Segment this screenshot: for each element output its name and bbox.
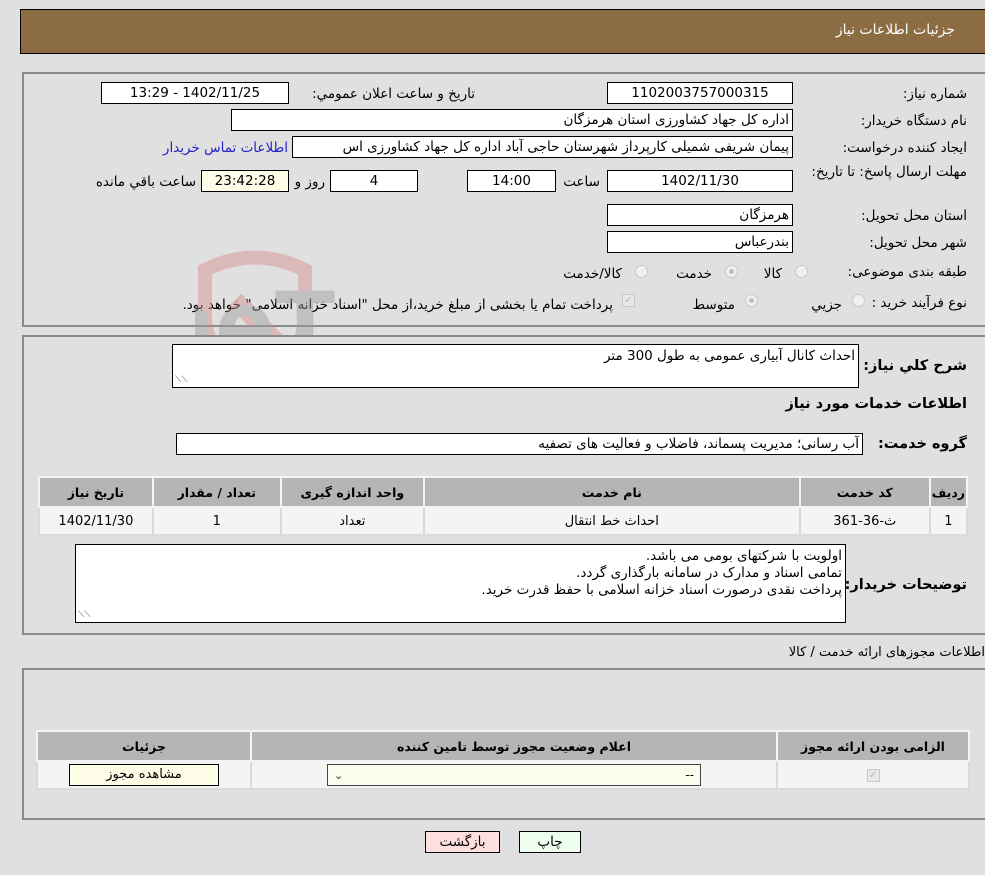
city-label: شهر محل تحویل: [869,235,967,251]
col-row-number: ردیف [928,476,969,508]
view-permit-button[interactable]: مشاهده مجوز [69,764,219,786]
service-group-label: گروه خدمت: [877,436,967,452]
cell-unit: تعداد [279,506,425,536]
category-option-service: خدمت [676,266,712,282]
need-number-label: شماره نیاز: [902,86,967,102]
province-label: استان محل تحویل: [861,208,967,224]
process-radio-minor[interactable] [852,294,865,307]
description-textarea[interactable]: احداث کانال آبیاری عمومی به طول 300 متر … [172,344,859,388]
col-unit: واحد اندازه گیری [279,476,425,508]
services-section-title: اطلاعات خدمات مورد نیاز [785,396,967,412]
col-need-date: تاریخ نیاز [38,476,154,508]
cell-permit-required: ✓ [776,760,970,790]
cell-row-number: 1 [928,506,969,536]
resize-grip-icon[interactable]: ⟋⟋ [175,376,188,385]
page-title: جزئیات اطلاعات نیاز [835,22,955,38]
buyer-contact-link[interactable]: اطلاعات تماس خریدار [163,140,288,156]
buyer-notes-label: توضیحات خریدار: [844,577,967,593]
deadline-label: مهلت ارسال پاسخ: تا تاریخ: [811,164,967,180]
need-number-field: 1102003757000315 [607,82,793,104]
deadline-time-field: 14:00 [467,170,556,192]
deadline-date-field: 1402/11/30 [607,170,793,192]
permit-status-select[interactable]: -- ⌄ [327,764,701,786]
cell-permit-status: -- ⌄ [250,760,778,790]
category-label: طبقه بندی موضوعی: [847,264,967,280]
buyer-note-line: اولویت با شرکتهای بومی می باشد. [645,548,842,564]
category-radio-goods[interactable] [795,265,808,278]
category-option-goods: کالا [763,266,782,282]
announce-date-field: 1402/11/25 - 13:29 [101,82,289,104]
cell-permit-details: مشاهده مجوز [36,760,252,790]
creator-label: ایجاد کننده درخواست: [842,140,967,156]
col-permit-details: جزئیات [36,730,252,762]
back-button[interactable]: بازگشت [425,831,500,853]
description-text: احداث کانال آبیاری عمومی به طول 300 متر [603,348,855,364]
chevron-down-icon: ⌄ [334,768,344,782]
col-service-code: کد خدمت [798,476,931,508]
buyer-note-line: تمامی اسناد و مدارک در سامانه بارگذاری گ… [576,565,842,581]
col-permit-required: الزامی بودن ارائه مجوز [776,730,970,762]
page-header: جزئیات اطلاعات نیاز [20,9,985,54]
permits-section-title: اطلاعات مجوزهای ارائه خدمت / کالا [788,645,985,660]
process-option-minor: جزيي [811,297,842,313]
category-radio-goods-service[interactable] [635,265,648,278]
table-row: ✓ -- ⌄ مشاهده مجوز [36,760,970,790]
process-label: نوع فرآیند خرید : [871,295,967,311]
treasury-note: پرداخت تمام یا بخشی از مبلغ خرید،از محل … [182,297,613,313]
buyer-org-field: اداره کل جهاد کشاورزی استان هرمزگان [231,109,793,131]
cell-quantity: 1 [151,506,282,536]
permit-status-value: -- [685,768,694,782]
permit-required-checkbox[interactable]: ✓ [866,768,880,782]
remaining-time-field: 23:42:28 [201,170,289,192]
resize-grip-icon[interactable]: ⟋⟋ [78,611,91,620]
col-service-name: نام خدمت [422,476,801,508]
remaining-time-label: ساعت باقي مانده [95,174,196,190]
col-permit-status: اعلام وضعیت مجوز توسط تامین کننده [250,730,778,762]
services-table: ردیف کد خدمت نام خدمت واحد اندازه گیری ت… [38,476,969,536]
category-radio-service[interactable] [725,265,738,278]
deadline-time-label: ساعت [563,174,600,190]
buyer-notes-textarea[interactable]: اولویت با شرکتهای بومی می باشد. تمامی اس… [75,544,846,623]
buyer-org-label: نام دستگاه خریدار: [860,113,967,129]
days-remaining-field: 4 [330,170,418,192]
cell-need-date: 1402/11/30 [38,506,154,536]
creator-field: پیمان شریفی شمیلی کارپرداز شهرستان حاجی … [292,136,793,158]
province-field: هرمزگان [607,204,793,226]
permits-table: الزامی بودن ارائه مجوز اعلام وضعیت مجوز … [36,730,970,790]
treasury-checkbox[interactable]: ✓ [622,294,635,307]
service-group-field: آب رسانی؛ مدیریت پسماند، فاضلاب و فعالیت… [176,433,863,455]
city-field: بندرعباس [607,231,793,253]
print-button[interactable]: چاپ [519,831,581,853]
process-option-medium: متوسط [692,297,735,313]
cell-service-code: ث-36-361 [798,506,931,536]
announce-date-label: تاريخ و ساعت اعلان عمومي: [312,86,475,102]
permits-table-header: الزامی بودن ارائه مجوز اعلام وضعیت مجوز … [36,730,970,762]
category-option-goods-service: کالا/خدمت [563,266,622,282]
buyer-note-line: پرداخت نقدی درصورت اسناد خزانه اسلامی با… [481,582,842,598]
services-table-header: ردیف کد خدمت نام خدمت واحد اندازه گیری ت… [38,476,969,508]
process-radio-medium[interactable] [745,294,758,307]
days-label: روز و [294,174,325,190]
col-quantity: تعداد / مقدار [151,476,282,508]
description-label: شرح كلي نياز: [863,358,967,374]
table-row: 1 ث-36-361 احداث خط انتقال تعداد 1 1402/… [38,506,969,536]
cell-service-name: احداث خط انتقال [422,506,801,536]
